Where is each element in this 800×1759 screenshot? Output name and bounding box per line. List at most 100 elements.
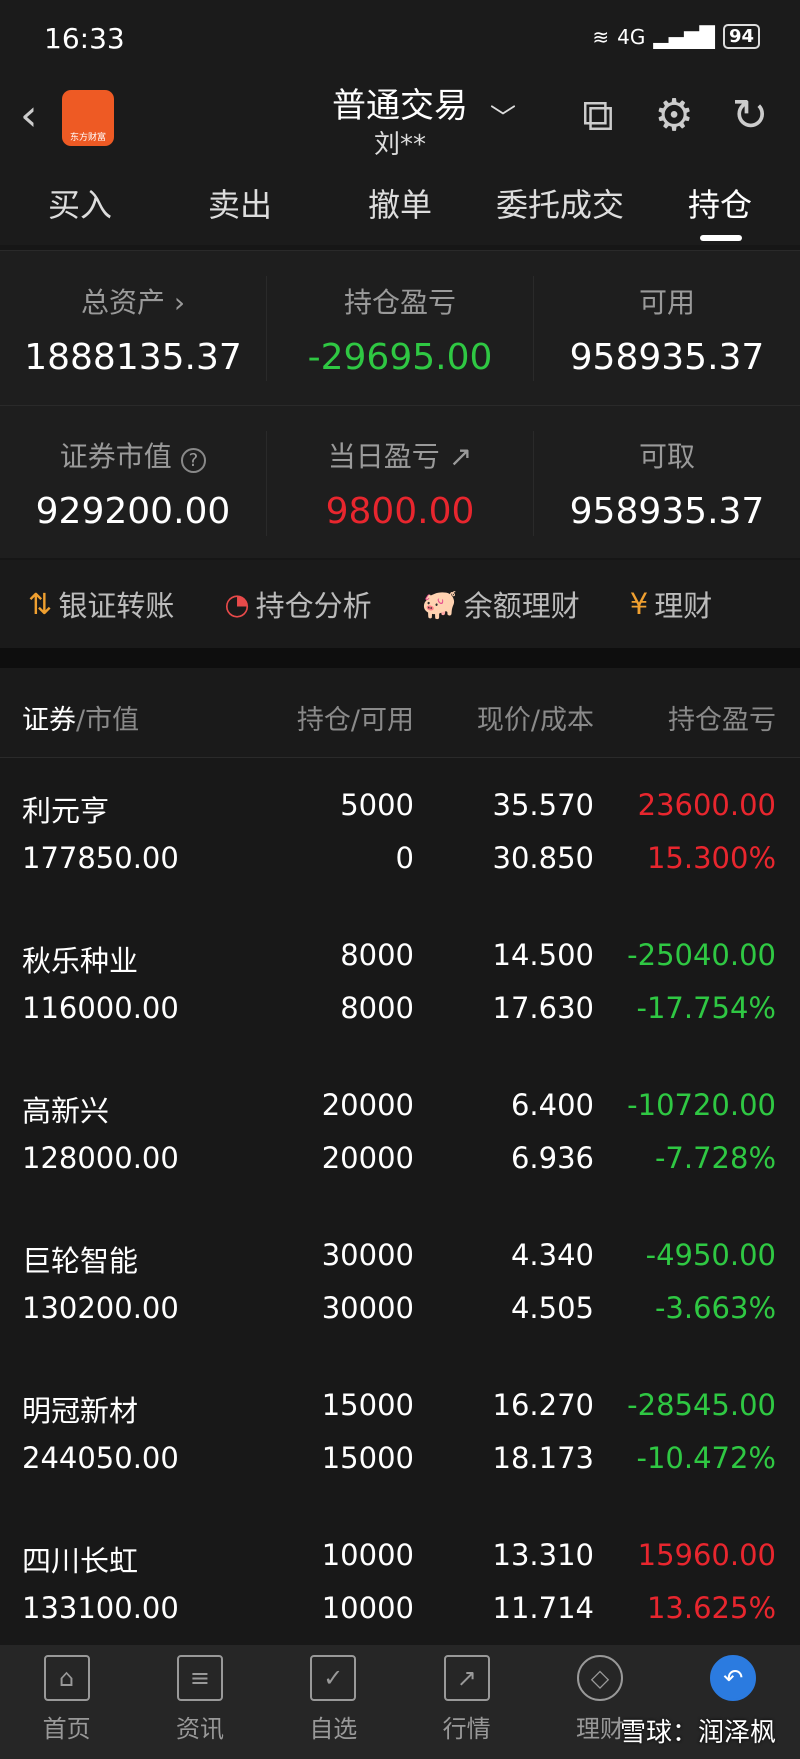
stock-holding: 5000 [340,788,414,822]
money-bag-icon: ¥ [629,587,649,621]
summary-value: 1888135.37 [24,337,242,378]
stock-pnl: -4950.00 [645,1238,776,1272]
summary-value: -29695.00 [307,337,493,378]
header-security[interactable]: 证券 [22,705,76,736]
nav-item[interactable]: ↗ 行情 [400,1645,533,1759]
stock-pnl-percent: -10.472% [636,1441,777,1475]
stock-pnl-percent: -3.663% [654,1291,776,1325]
nav-label: 自选 [309,1715,358,1743]
help-icon[interactable]: ? [180,448,207,473]
stock-available: 10000 [321,1591,414,1625]
summary-label: 可取 [638,440,695,473]
summary-label: 可用 [638,286,695,319]
action-label: 银证转账 [58,589,175,623]
stock-name: 明冠新材 [22,1394,139,1428]
quick-actions: ⇅ 银证转账 ◔ 持仓分析 🐖 余额理财 ¥ 理财 [0,560,800,648]
header-position[interactable]: 持仓/可用 [297,698,414,737]
stock-pnl: -28545.00 [627,1388,776,1422]
chevron-right-icon: › [173,286,186,319]
refresh-icon[interactable]: ↻ [726,92,774,140]
stock-pnl: 15960.00 [637,1538,776,1572]
share-icon[interactable]: ⧉ [574,92,622,140]
position-pnl: 持仓盈亏 -29695.00 [267,281,533,378]
stock-name: 利元亨 [22,794,110,828]
stock-pnl-percent: 15.300% [646,841,776,875]
tab-cancel[interactable]: 撤单 [320,180,480,226]
tab-sell[interactable]: 卖出 [160,180,320,226]
tab-orders[interactable]: 委托成交 [480,180,640,226]
stock-price: 13.310 [492,1538,594,1572]
transfer-icon: ⇅ [28,587,53,621]
status-icons: ≋ 4G ▂▄▆█ 94 [592,24,760,49]
stock-price: 6.400 [510,1088,594,1122]
stock-price: 35.570 [492,788,594,822]
stock-market-value: 133100.00 [22,1591,179,1625]
stock-available: 30000 [321,1291,414,1325]
diamond-icon: ◇ [576,1655,623,1701]
nav-label: 行情 [442,1715,491,1743]
nav-label: 首页 [42,1715,91,1743]
section-gap [0,648,800,668]
nav-item[interactable]: ⌂ 首页 [0,1645,133,1759]
stock-price: 16.270 [492,1388,594,1422]
total-assets[interactable]: 总资产 › 1888135.37 [0,281,266,378]
action-label: 持仓分析 [255,589,372,623]
stock-pnl-percent: -17.754% [636,991,777,1025]
table-row[interactable]: 利元亨 177850.00 5000 0 35.570 30.850 23600… [0,758,800,909]
table-row[interactable]: 四川长虹 133100.00 10000 10000 13.310 11.714… [0,1508,800,1659]
external-link-icon: ↗ [448,440,473,473]
market-icon: ↗ [443,1655,490,1701]
header-price[interactable]: 现价/成本 [477,698,594,737]
available: 可用 958935.37 [534,281,800,378]
table-row[interactable]: 明冠新材 244050.00 15000 15000 16.270 18.173… [0,1358,800,1509]
header-market-value[interactable]: /市值 [76,705,139,736]
tab-buy[interactable]: 买入 [0,180,160,226]
table-row[interactable]: 巨轮智能 130200.00 30000 30000 4.340 4.505 -… [0,1208,800,1359]
summary-value: 929200.00 [35,491,231,532]
stock-market-value: 128000.00 [22,1141,179,1175]
gear-icon[interactable]: ⚙ [650,92,698,140]
wifi-icon: ≋ [592,24,610,49]
stock-holding: 10000 [321,1538,414,1572]
withdrawable: 可取 958935.37 [534,435,800,532]
watermark: 雪球：润泽枫 [619,1718,776,1748]
summary-label: 持仓盈亏 [343,286,456,319]
action-bank-transfer[interactable]: ⇅ 银证转账 [28,583,174,625]
stock-pnl-percent: -7.728% [654,1141,776,1175]
stock-available: 0 [395,841,414,875]
nav-item[interactable]: ≡ 资讯 [133,1645,266,1759]
account-summary: 总资产 › 1888135.37 持仓盈亏 -29695.00 可用 958935.3… [0,250,800,558]
summary-value: 958935.37 [569,337,765,378]
stock-pnl-percent: 13.625% [646,1591,776,1625]
action-balance-finance[interactable]: 🐖 余额理财 [422,583,580,625]
table-row[interactable]: 秋乐种业 116000.00 8000 8000 14.500 17.630 -… [0,908,800,1059]
nav-item[interactable]: ✓ 自选 [267,1645,400,1759]
summary-label: 证券市值 [59,440,172,473]
chevron-down-icon[interactable]: ﹀ [490,98,516,135]
daily-pnl[interactable]: 当日盈亏 ↗ 9800.00 [267,435,533,532]
header-pnl[interactable]: 持仓盈亏 [668,698,776,737]
stock-holding: 15000 [321,1388,414,1422]
news-icon: ≡ [176,1655,223,1701]
action-label: 理财 [654,589,713,623]
action-position-analysis[interactable]: ◔ 持仓分析 [224,583,371,625]
action-finance[interactable]: ¥ 理财 [630,583,712,625]
stock-market-value: 244050.00 [22,1441,179,1475]
status-time: 16:33 [44,22,125,55]
stock-market-value: 177850.00 [22,841,179,875]
stock-pnl: -25040.00 [627,938,776,972]
stock-cost: 30.850 [492,841,594,875]
summary-label: 总资产 [80,286,165,319]
table-header: 证券/市值 持仓/可用 现价/成本 持仓盈亏 [0,668,800,758]
stock-cost: 17.630 [492,991,594,1025]
stock-available: 8000 [340,991,414,1025]
table-row[interactable]: 高新兴 128000.00 20000 20000 6.400 6.936 -1… [0,1058,800,1209]
stock-market-value: 130200.00 [22,1291,179,1325]
watchlist-icon: ✓ [310,1655,357,1701]
stock-available: 20000 [321,1141,414,1175]
stock-pnl: -10720.00 [627,1088,776,1122]
battery-icon: 94 [722,24,760,49]
tab-positions[interactable]: 持仓 [640,180,800,226]
piggy-bank-icon: 🐖 [421,586,458,621]
stock-name: 秋乐种业 [22,944,139,978]
